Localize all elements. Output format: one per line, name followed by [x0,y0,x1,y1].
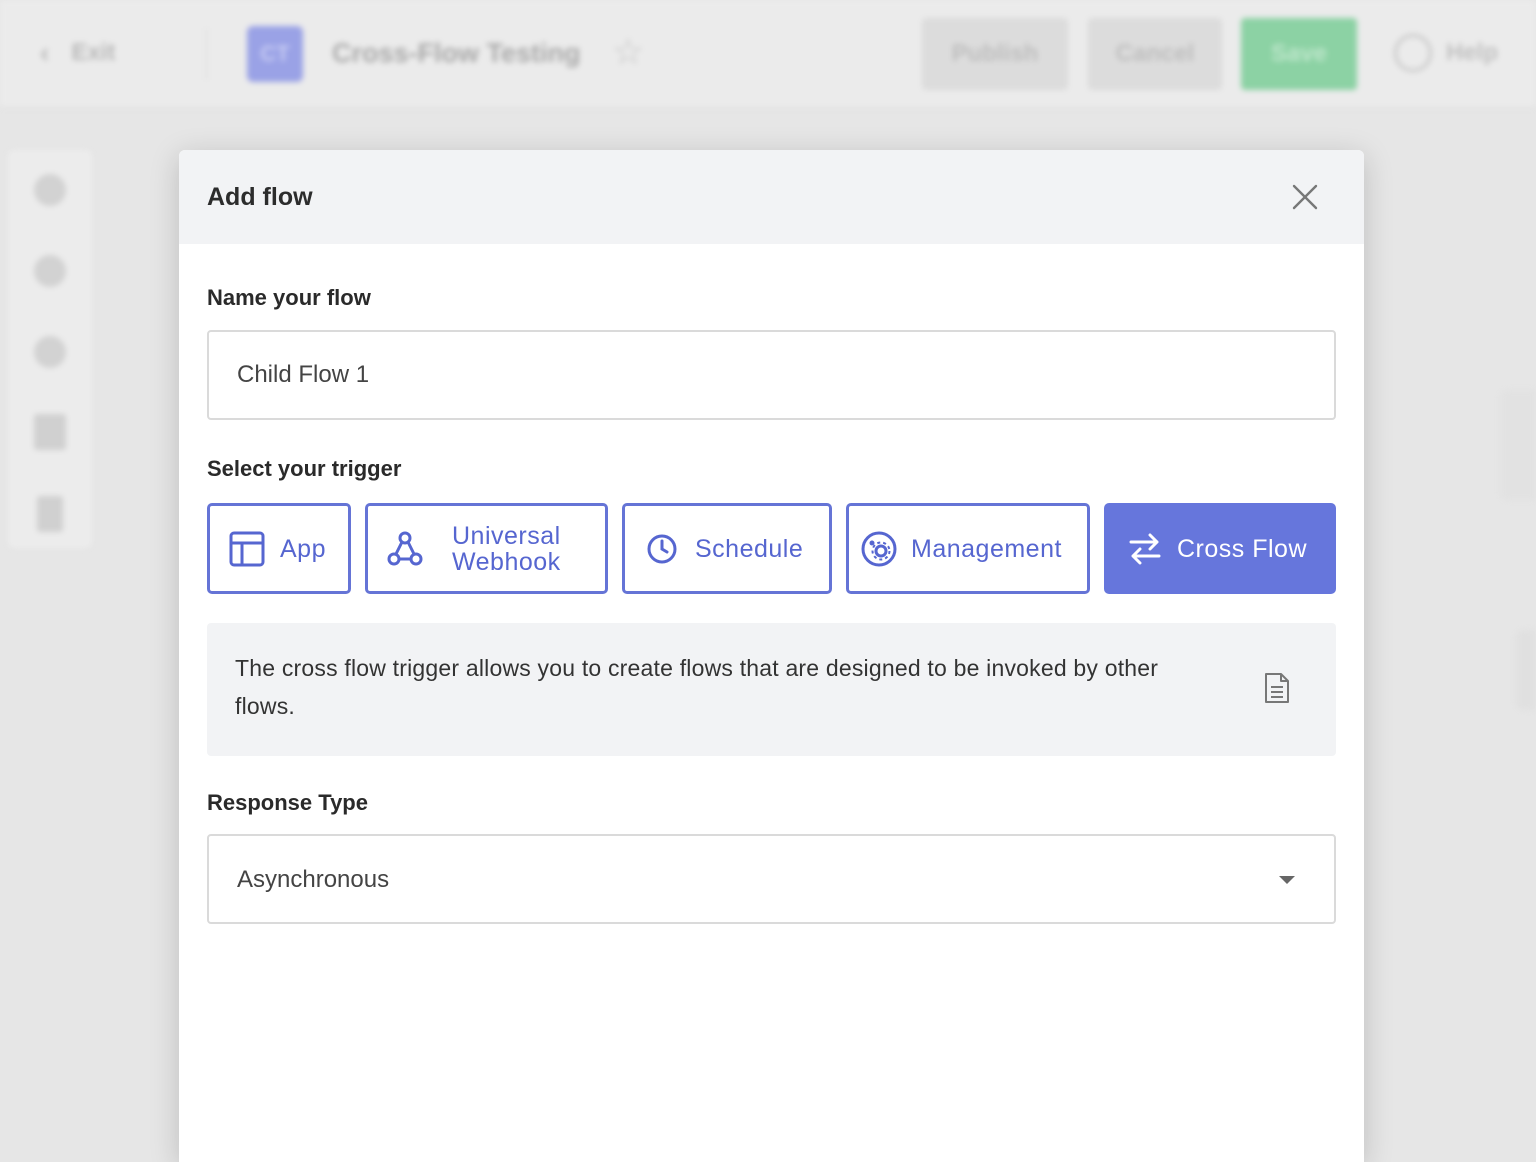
trigger-cross-flow-button[interactable]: Cross Flow [1104,503,1336,594]
response-type-value: Asynchronous [237,866,390,893]
trigger-webhook-label: Universal Webhook [452,521,561,576]
response-type-label: Response Type [207,790,368,815]
app-layout-icon [229,531,265,566]
help-button[interactable]: Help [1394,34,1498,72]
right-panel-edge [1500,390,1536,500]
help-label: Help [1446,39,1499,66]
response-type-select[interactable]: Asynchronous [207,834,1336,924]
sidebar-icon-1[interactable] [34,174,66,206]
trigger-label: Select your trigger [207,456,402,481]
star-icon[interactable]: ☆ [612,34,644,70]
document-icon[interactable] [1263,672,1291,704]
trigger-info-text: The cross flow trigger allows you to cre… [235,655,1159,719]
trigger-management-label: Management [911,534,1062,563]
modal-title: Add flow [207,183,313,211]
trigger-schedule-button[interactable]: Schedule [622,503,832,594]
trigger-webhook-button[interactable]: Universal Webhook [365,503,608,594]
save-button[interactable]: Save [1241,18,1357,90]
trigger-management-button[interactable]: Management [846,503,1090,594]
divider [206,28,207,80]
trigger-app-label: App [280,534,326,563]
chevron-left-icon: ‹ [40,37,50,68]
management-gear-icon [861,531,897,566]
swap-arrows-icon [1129,533,1161,564]
modal-header: Add flow [179,150,1364,244]
add-flow-modal: Add flow Name your flow Select your trig… [179,150,1364,1162]
trigger-info-box: The cross flow trigger allows you to cre… [207,623,1336,756]
webhook-icon [387,531,423,565]
sidebar-icon-4[interactable] [34,414,66,450]
flow-name-input[interactable] [207,330,1336,420]
trigger-schedule-label: Schedule [695,534,804,563]
left-sidebar [8,150,92,548]
chevron-down-icon [1279,876,1295,884]
sidebar-icon-3[interactable] [34,336,66,368]
trigger-cross-flow-label: Cross Flow [1177,534,1308,563]
clock-icon [647,534,677,563]
trigger-app-button[interactable]: App [207,503,351,594]
top-bar: ‹ Exit CT Cross-Flow Testing ☆ Publish C… [0,0,1536,108]
name-flow-label: Name your flow [207,285,371,310]
publish-button[interactable]: Publish [922,18,1068,90]
sidebar-icon-5[interactable] [37,496,63,532]
sidebar-icon-2[interactable] [34,255,66,287]
cancel-button[interactable]: Cancel [1088,18,1222,90]
help-circle-icon [1394,34,1432,72]
exit-label: Exit [71,39,116,66]
close-icon[interactable] [1287,179,1323,215]
flow-title: Cross-Flow Testing [332,38,581,68]
app-badge: CT [247,26,303,82]
exit-button[interactable]: ‹ Exit [40,36,115,70]
right-panel-edge-2 [1516,630,1536,710]
